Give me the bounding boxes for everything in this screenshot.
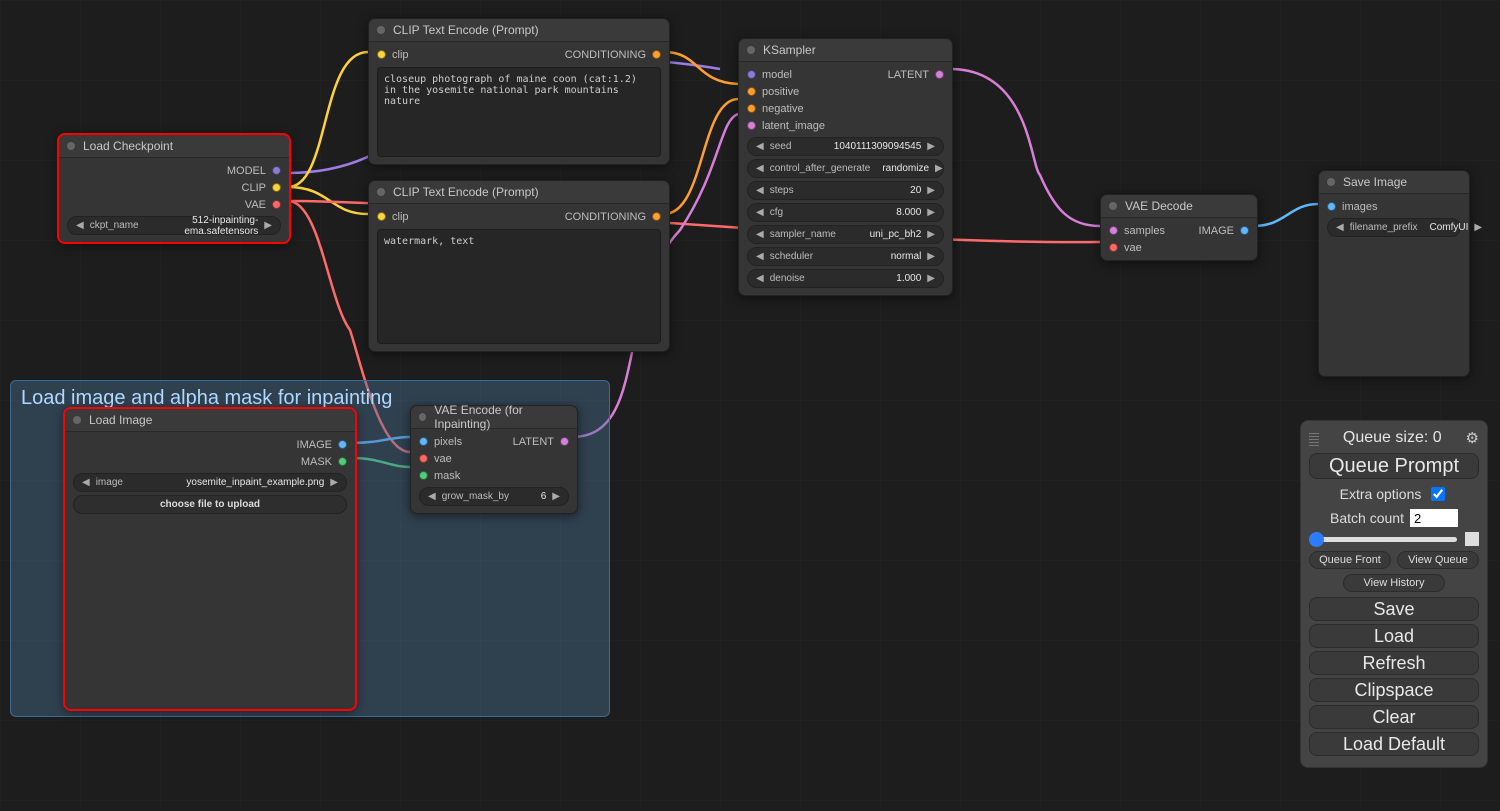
view-history-button[interactable]: View History <box>1343 574 1445 592</box>
widget-control-after-generate[interactable]: ◀control_after_generaterandomize▶ <box>747 159 944 178</box>
port-out-latent[interactable] <box>935 70 944 79</box>
node-title: VAE Encode (for Inpainting) <box>434 403 569 431</box>
port-in-latent-image[interactable] <box>747 121 756 130</box>
widget-ckpt-name[interactable]: ◀ckpt_name512-inpainting-ema.safetensors… <box>67 216 281 235</box>
node-clip-text-encode-negative[interactable]: CLIP Text Encode (Prompt) clipCONDITIONI… <box>368 180 670 352</box>
extra-options-label: Extra options <box>1340 486 1422 502</box>
port-out-conditioning[interactable] <box>652 212 661 221</box>
batch-count-label: Batch count <box>1330 510 1404 526</box>
widget-seed[interactable]: ◀seed1040111309094545▶ <box>747 137 944 156</box>
port-out-conditioning[interactable] <box>652 50 661 59</box>
node-vae-decode[interactable]: VAE Decode samplesIMAGE vae <box>1100 194 1258 261</box>
node-load-checkpoint[interactable]: Load Checkpoint MODEL CLIP VAE ◀ckpt_nam… <box>58 134 290 243</box>
port-in-model[interactable] <box>747 70 756 79</box>
clipspace-button[interactable]: Clipspace <box>1309 678 1479 702</box>
batch-count-input[interactable] <box>1410 509 1458 527</box>
load-default-button[interactable]: Load Default <box>1309 732 1479 756</box>
queue-size-label: Queue size: 0 <box>1343 429 1442 447</box>
refresh-button[interactable]: Refresh <box>1309 651 1479 675</box>
node-title: CLIP Text Encode (Prompt) <box>393 185 539 199</box>
widget-sampler-name[interactable]: ◀sampler_nameuni_pc_bh2▶ <box>747 225 944 244</box>
port-vae[interactable] <box>272 200 281 209</box>
port-in-positive[interactable] <box>747 87 756 96</box>
node-vae-encode-inpainting[interactable]: VAE Encode (for Inpainting) pixelsLATENT… <box>410 405 578 514</box>
batch-count-slider[interactable] <box>1309 532 1479 546</box>
gear-icon[interactable]: ⚙ <box>1466 429 1479 447</box>
save-button[interactable]: Save <box>1309 597 1479 621</box>
port-model[interactable] <box>272 166 281 175</box>
port-in-negative[interactable] <box>747 104 756 113</box>
slider-tick-icon <box>1465 532 1479 546</box>
widget-cfg[interactable]: ◀cfg8.000▶ <box>747 203 944 222</box>
control-panel[interactable]: Queue size: 0 ⚙ Queue Prompt Extra optio… <box>1300 420 1488 768</box>
port-in-samples[interactable] <box>1109 226 1118 235</box>
view-queue-button[interactable]: View Queue <box>1397 551 1479 569</box>
choose-file-button[interactable]: choose file to upload <box>73 495 347 514</box>
node-save-image[interactable]: Save Image images ◀filename_prefixComfyU… <box>1318 170 1470 377</box>
node-title: VAE Decode <box>1125 199 1193 213</box>
port-out-image[interactable] <box>1240 226 1249 235</box>
port-in-clip[interactable] <box>377 212 386 221</box>
load-button[interactable]: Load <box>1309 624 1479 648</box>
port-out-mask[interactable] <box>338 457 347 466</box>
node-load-image[interactable]: Load Image IMAGE MASK ◀imageyosemite_inp… <box>64 408 356 710</box>
textarea-negative-prompt[interactable] <box>377 229 661 344</box>
port-out-latent[interactable] <box>560 437 569 446</box>
widget-filename-prefix[interactable]: ◀filename_prefixComfyUI▶ <box>1327 218 1461 237</box>
widget-image-file[interactable]: ◀imageyosemite_inpaint_example.png▶ <box>73 473 347 492</box>
port-in-mask[interactable] <box>419 471 428 480</box>
port-in-vae[interactable] <box>419 454 428 463</box>
widget-scheduler[interactable]: ◀schedulernormal▶ <box>747 247 944 266</box>
port-in-images[interactable] <box>1327 202 1336 211</box>
queue-prompt-button[interactable]: Queue Prompt <box>1309 453 1479 479</box>
widget-steps[interactable]: ◀steps20▶ <box>747 181 944 200</box>
node-title: Load Image <box>89 413 152 427</box>
widget-denoise[interactable]: ◀denoise1.000▶ <box>747 269 944 288</box>
node-title: KSampler <box>763 43 816 57</box>
queue-front-button[interactable]: Queue Front <box>1309 551 1391 569</box>
port-out-image[interactable] <box>338 440 347 449</box>
drag-handle-icon[interactable] <box>1309 433 1319 447</box>
textarea-positive-prompt[interactable] <box>377 67 661 157</box>
widget-grow-mask-by[interactable]: ◀grow_mask_by6▶ <box>419 487 569 506</box>
node-title: CLIP Text Encode (Prompt) <box>393 23 539 37</box>
port-in-vae[interactable] <box>1109 243 1118 252</box>
extra-options-checkbox[interactable] <box>1431 487 1445 501</box>
port-clip[interactable] <box>272 183 281 192</box>
clear-button[interactable]: Clear <box>1309 705 1479 729</box>
node-title: Load Checkpoint <box>83 139 173 153</box>
port-in-pixels[interactable] <box>419 437 428 446</box>
port-in-clip[interactable] <box>377 50 386 59</box>
node-title: Save Image <box>1343 175 1407 189</box>
node-clip-text-encode-positive[interactable]: CLIP Text Encode (Prompt) clipCONDITIONI… <box>368 18 670 165</box>
node-ksampler[interactable]: KSampler modelLATENT positive negative l… <box>738 38 953 296</box>
